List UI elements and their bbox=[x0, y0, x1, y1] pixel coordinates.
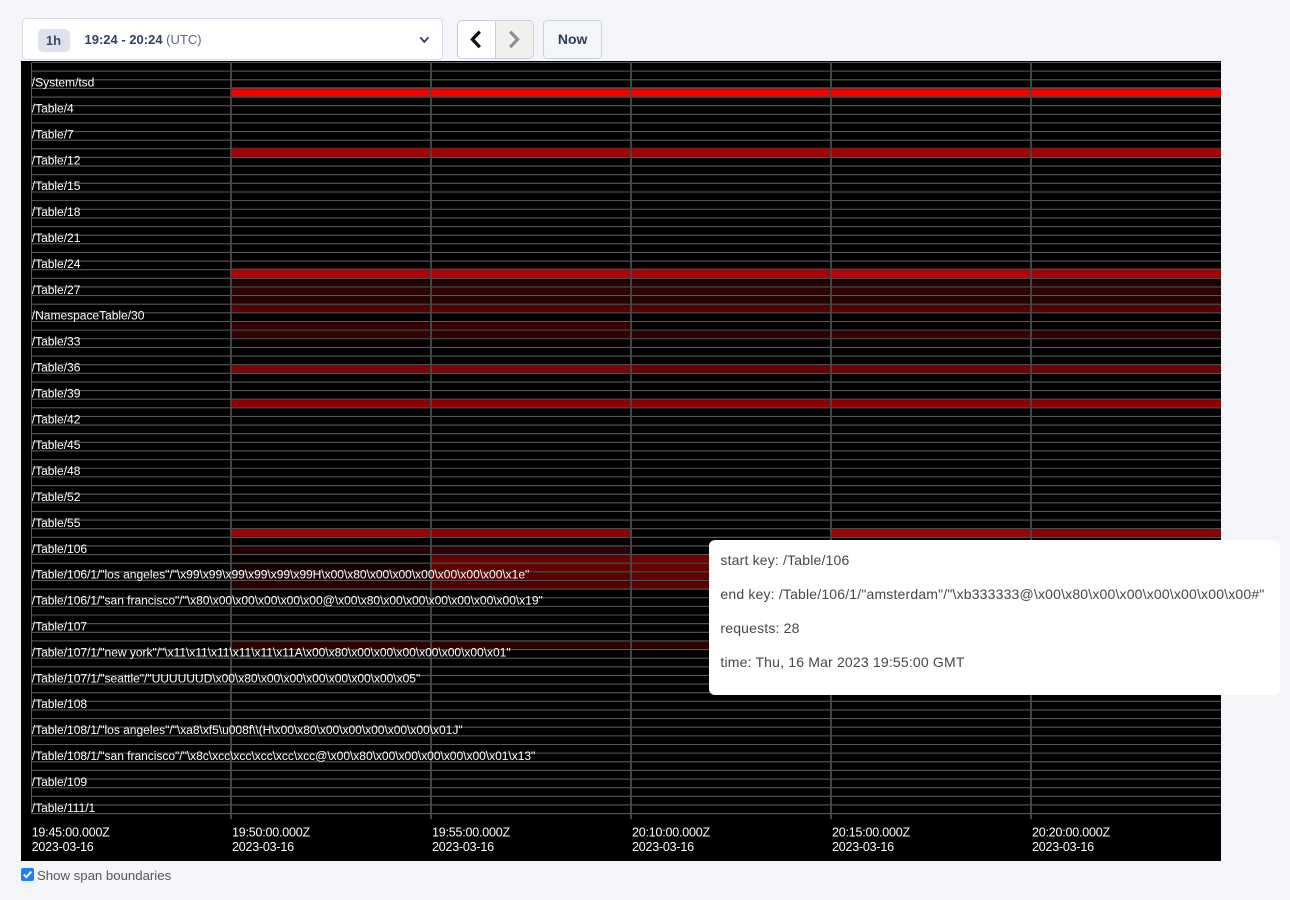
svg-text:/Table/106/1/"san francisco"/": /Table/106/1/"san francisco"/"\x80\x00\x… bbox=[31, 593, 542, 607]
svg-text:/NamespaceTable/30: /NamespaceTable/30 bbox=[31, 308, 144, 322]
svg-text:/System/tsd: /System/tsd bbox=[31, 75, 94, 89]
svg-text:/Table/108/1/"san francisco"/": /Table/108/1/"san francisco"/"\x8c\xcc\x… bbox=[31, 749, 534, 763]
svg-text:/Table/15: /Table/15 bbox=[31, 179, 80, 193]
svg-text:/Table/45: /Table/45 bbox=[31, 438, 80, 452]
svg-text:/Table/107/1/"new york"/"\x11\: /Table/107/1/"new york"/"\x11\x11\x11\x1… bbox=[31, 645, 510, 659]
svg-text:/Table/7: /Table/7 bbox=[31, 127, 73, 141]
svg-text:2023-03-16: 2023-03-16 bbox=[31, 840, 93, 854]
svg-text:/Table/109: /Table/109 bbox=[31, 775, 87, 789]
svg-text:/Table/21: /Table/21 bbox=[31, 231, 80, 245]
svg-text:/Table/24: /Table/24 bbox=[31, 257, 80, 271]
svg-text:/Table/107: /Table/107 bbox=[31, 619, 87, 633]
svg-text:/Table/18: /Table/18 bbox=[31, 205, 80, 219]
svg-text:2023-03-16: 2023-03-16 bbox=[632, 840, 694, 854]
svg-text:/Table/42: /Table/42 bbox=[31, 412, 80, 426]
svg-text:/Table/52: /Table/52 bbox=[31, 490, 80, 504]
svg-text:/Table/55: /Table/55 bbox=[31, 516, 80, 530]
svg-text:2023-03-16: 2023-03-16 bbox=[232, 840, 294, 854]
svg-text:/Table/4: /Table/4 bbox=[31, 101, 73, 115]
svg-text:/Table/106: /Table/106 bbox=[31, 542, 87, 556]
svg-text:/Table/107/1/"seattle"/"UUUUUU: /Table/107/1/"seattle"/"UUUUUUD\x00\x80\… bbox=[31, 671, 419, 685]
svg-text:/Table/48: /Table/48 bbox=[31, 464, 80, 478]
svg-text:/Table/33: /Table/33 bbox=[31, 334, 80, 348]
svg-text:/Table/111/1: /Table/111/1 bbox=[31, 801, 95, 815]
svg-text:20:20:00.000Z: 20:20:00.000Z bbox=[1032, 825, 1110, 839]
svg-text:/Table/39: /Table/39 bbox=[31, 386, 80, 400]
svg-text:/Table/106/1/"los angeles"/"\x: /Table/106/1/"los angeles"/"\x99\x99\x99… bbox=[31, 567, 528, 581]
svg-text:/Table/27: /Table/27 bbox=[31, 283, 80, 297]
svg-text:/Table/36: /Table/36 bbox=[31, 360, 80, 374]
svg-text:/Table/108: /Table/108 bbox=[31, 697, 87, 711]
svg-text:19:50:00.000Z: 19:50:00.000Z bbox=[232, 825, 310, 839]
svg-text:20:10:00.000Z: 20:10:00.000Z bbox=[632, 825, 710, 839]
svg-text:2023-03-16: 2023-03-16 bbox=[1032, 840, 1094, 854]
svg-text:19:45:00.000Z: 19:45:00.000Z bbox=[31, 825, 109, 839]
svg-text:/Table/12: /Table/12 bbox=[31, 153, 80, 167]
svg-text:20:15:00.000Z: 20:15:00.000Z bbox=[832, 825, 910, 839]
svg-text:/Table/108/1/"los angeles"/"\x: /Table/108/1/"los angeles"/"\xa8\xf5\u00… bbox=[31, 723, 462, 737]
svg-text:2023-03-16: 2023-03-16 bbox=[832, 840, 894, 854]
svg-text:19:55:00.000Z: 19:55:00.000Z bbox=[432, 825, 510, 839]
svg-text:2023-03-16: 2023-03-16 bbox=[432, 840, 494, 854]
